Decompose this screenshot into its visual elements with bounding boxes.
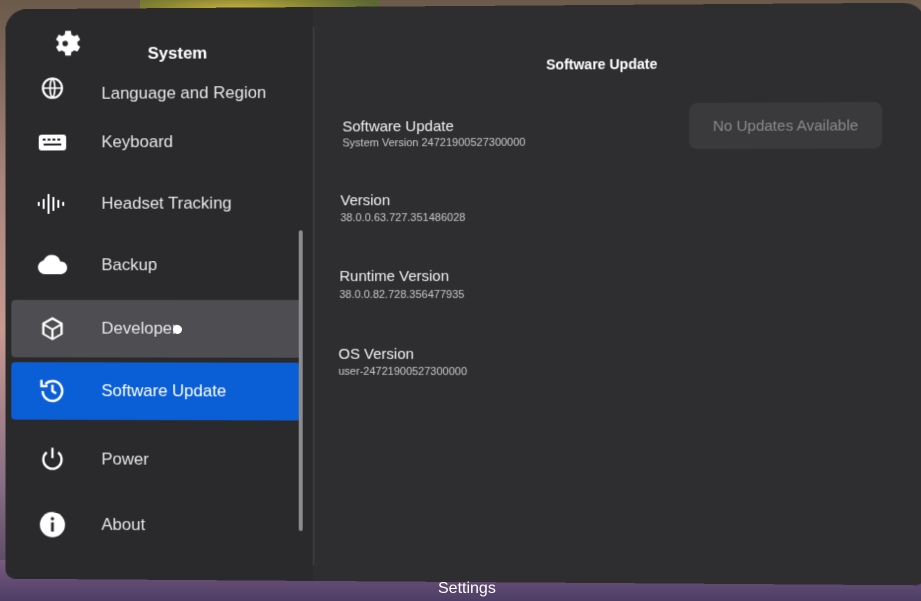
power-icon bbox=[35, 441, 70, 477]
sidebar-item-developer[interactable]: Developer bbox=[11, 299, 301, 358]
runtime-version-heading: Runtime Version bbox=[339, 268, 450, 286]
sidebar-item-label: Language and Region bbox=[101, 83, 267, 103]
sidebar-item-label: Power bbox=[101, 449, 149, 469]
sidebar-item-language[interactable]: Language and Region bbox=[11, 67, 300, 108]
update-icon bbox=[35, 373, 70, 409]
software-update-heading: Software Update bbox=[342, 118, 454, 136]
sidebar-item-about[interactable]: About bbox=[11, 496, 300, 555]
version-heading: Version bbox=[340, 192, 391, 210]
sidebar-item-keyboard[interactable]: Keyboard bbox=[11, 113, 300, 172]
sidebar-item-headset-tracking[interactable]: Headset Tracking bbox=[11, 174, 300, 232]
runtime-version-value: 38.0.0.82.728.356477935 bbox=[339, 288, 465, 302]
globe-icon bbox=[35, 70, 70, 106]
panel-divider bbox=[312, 26, 315, 566]
sidebar-item-power[interactable]: Power bbox=[11, 430, 300, 489]
os-version-value: user-24721900527300000 bbox=[338, 365, 468, 379]
sidebar-item-label: Software Update bbox=[101, 381, 227, 401]
sidebar-item-label: Backup bbox=[101, 255, 158, 275]
settings-panel: System Language and Region Keyboard Head… bbox=[5, 2, 921, 586]
cloud-icon bbox=[35, 247, 70, 283]
cube-icon bbox=[35, 311, 70, 347]
system-version-value: System Version 24721900527300000 bbox=[342, 136, 526, 150]
sidebar-title: System bbox=[147, 43, 208, 63]
os-version-heading: OS Version bbox=[338, 345, 414, 363]
settings-footer-label[interactable]: Settings bbox=[438, 580, 496, 598]
tracking-icon bbox=[35, 186, 70, 222]
sidebar-item-label: About bbox=[101, 515, 146, 535]
version-value: 38.0.0.63.727.351486028 bbox=[340, 211, 466, 225]
sidebar-item-label: Keyboard bbox=[101, 132, 174, 152]
no-updates-button[interactable]: No Updates Available bbox=[689, 102, 883, 150]
keyboard-icon bbox=[35, 125, 70, 161]
info-icon bbox=[35, 507, 70, 543]
sidebar-scrollbar[interactable] bbox=[298, 230, 303, 532]
sidebar-item-label: Developer bbox=[101, 318, 178, 338]
pointer-cursor bbox=[173, 325, 182, 334]
sidebar-item-software-update[interactable]: Software Update bbox=[11, 362, 301, 421]
gear-icon bbox=[49, 27, 82, 61]
sidebar: System Language and Region Keyboard Head… bbox=[5, 7, 313, 581]
sidebar-item-backup[interactable]: Backup bbox=[11, 236, 300, 294]
sidebar-item-label: Headset Tracking bbox=[101, 193, 232, 213]
page-title: Software Update bbox=[546, 55, 658, 73]
